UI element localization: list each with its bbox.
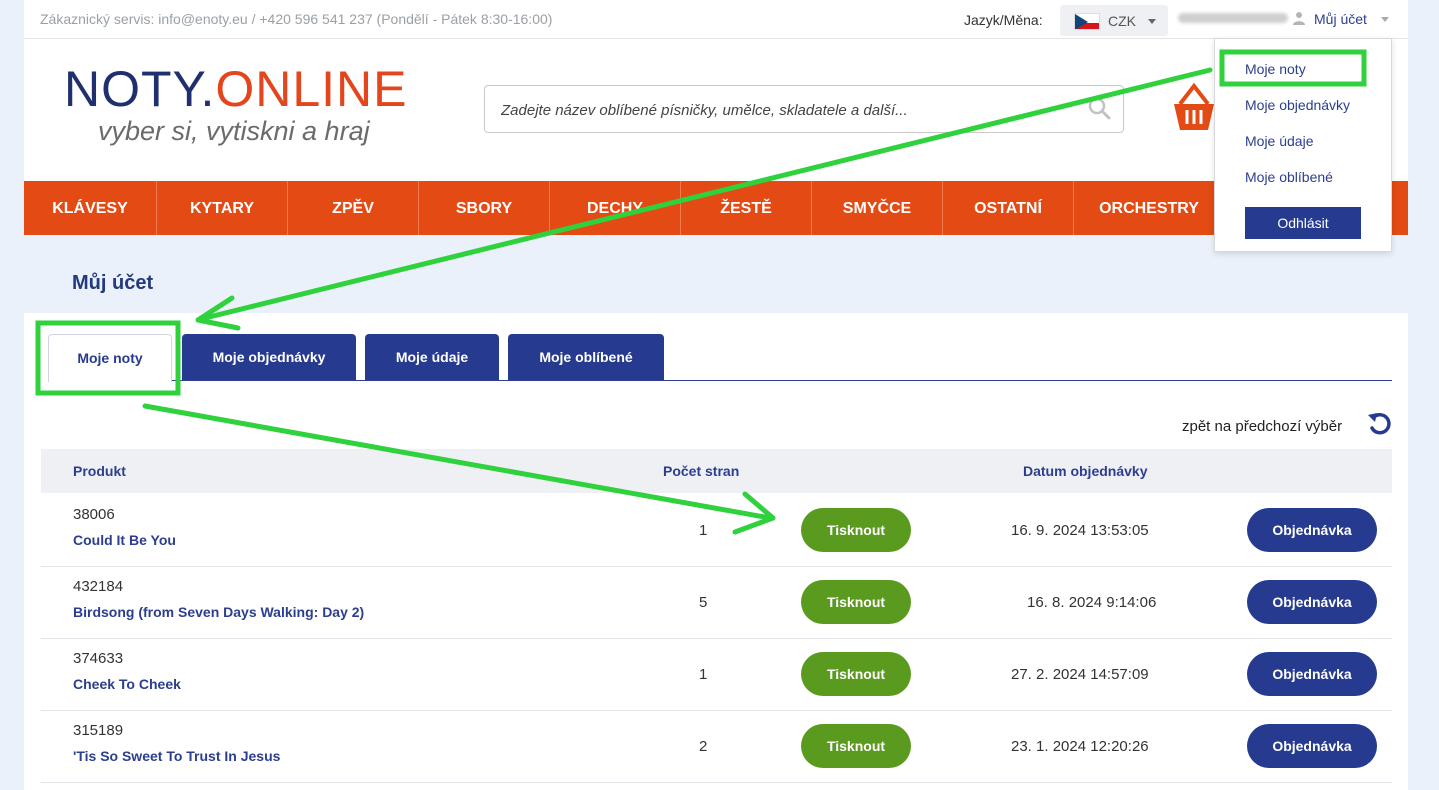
dropdown-item-moje-oblibene[interactable]: Moje oblíbené (1245, 169, 1333, 185)
tab-moje-noty[interactable]: Moje noty (48, 334, 172, 382)
order-button[interactable]: Objednávka (1247, 508, 1377, 552)
undo-arrow-icon[interactable] (1366, 410, 1394, 438)
tab-moje-udaje[interactable]: Moje údaje (365, 334, 499, 380)
order-date: 16. 9. 2024 13:53:05 (1011, 522, 1149, 539)
order-date: 27. 2. 2024 14:57:09 (1011, 666, 1149, 683)
print-button[interactable]: Tisknout (801, 508, 911, 552)
table-row: 38006 Could It Be You 1 Tisknout 16. 9. … (41, 494, 1392, 567)
product-name-link[interactable]: 'Tis So Sweet To Trust In Jesus (73, 748, 280, 764)
logo[interactable]: NOTY.ONLINE vyber si, vytiskni a hraj (64, 61, 408, 146)
logo-accent-text: ONLINE (215, 61, 408, 117)
order-date: 23. 1. 2024 12:20:26 (1011, 738, 1149, 755)
order-button[interactable]: Objednávka (1247, 580, 1377, 624)
column-header-pages: Počet stran (663, 463, 740, 479)
product-name-link[interactable]: Birdsong (from Seven Days Walking: Day 2… (73, 604, 364, 620)
page-count: 1 (699, 666, 708, 683)
product-id: 374633 (73, 650, 124, 667)
table-row: 432184 Birdsong (from Seven Days Walking… (41, 566, 1392, 639)
blurred-username (1178, 13, 1288, 23)
nav-item-sbory[interactable]: SBORY (419, 181, 550, 235)
column-header-date: Datum objednávky (1023, 463, 1148, 479)
account-dropdown-menu: Moje noty Moje objednávky Moje údaje Moj… (1214, 38, 1392, 252)
dropdown-item-moje-objednavky[interactable]: Moje objednávky (1245, 97, 1350, 113)
nav-item-klavesy[interactable]: KLÁVESY (24, 181, 157, 235)
top-bar: Zákaznický servis: info@enoty.eu / +420 … (24, 0, 1408, 39)
customer-service-info: Zákaznický servis: info@enoty.eu / +420 … (40, 11, 553, 27)
logo-tagline: vyber si, vytiskni a hraj (98, 116, 370, 146)
print-button[interactable]: Tisknout (801, 652, 911, 696)
nav-item-ostatni[interactable]: OSTATNÍ (943, 181, 1074, 235)
back-to-previous-link[interactable]: zpět na předchozí výběr (1182, 418, 1342, 435)
logout-button[interactable]: Odhlásit (1245, 207, 1361, 239)
search-input[interactable] (499, 86, 1063, 134)
table-row: 374633 Cheek To Cheek 1 Tisknout 27. 2. … (41, 638, 1392, 711)
page-count: 5 (699, 594, 708, 611)
chevron-down-icon (1148, 19, 1156, 24)
tab-moje-oblibene[interactable]: Moje oblíbené (508, 334, 664, 380)
table-header: Produkt Počet stran Datum objednávky (41, 449, 1392, 493)
dropdown-item-moje-noty[interactable]: Moje noty (1245, 61, 1306, 77)
order-button[interactable]: Objednávka (1247, 724, 1377, 768)
product-name-link[interactable]: Cheek To Cheek (73, 676, 181, 692)
language-currency-select[interactable]: CZK (1060, 5, 1168, 36)
nav-item-dechy[interactable]: DECHY (550, 181, 681, 235)
nav-item-smycce[interactable]: SMYČCE (812, 181, 943, 235)
product-id: 315189 (73, 722, 124, 739)
print-button[interactable]: Tisknout (801, 580, 911, 624)
order-button[interactable]: Objednávka (1247, 652, 1377, 696)
page-title: Můj účet (72, 272, 154, 294)
dropdown-item-moje-udaje[interactable]: Moje údaje (1245, 133, 1314, 149)
my-account-link[interactable]: Můj účet (1314, 11, 1367, 27)
search-icon[interactable] (1087, 96, 1111, 120)
tab-moje-objednavky[interactable]: Moje objednávky (182, 334, 356, 380)
currency-code: CZK (1108, 13, 1136, 29)
print-button[interactable]: Tisknout (801, 724, 911, 768)
main-navigation: KLÁVESY KYTARY ZPĚV SBORY DECHY ŽESTĚ SM… (24, 181, 1408, 235)
order-date: 16. 8. 2024 9:14:06 (1027, 594, 1157, 611)
product-id: 38006 (73, 506, 115, 523)
nav-item-zpev[interactable]: ZPĚV (288, 181, 419, 235)
user-icon (1293, 12, 1305, 25)
product-id: 432184 (73, 578, 124, 595)
nav-item-orchestry[interactable]: ORCHESTRY (1074, 181, 1224, 235)
search-box (484, 85, 1124, 134)
logo-main-text: NOTY. (64, 61, 216, 117)
nav-item-zeste[interactable]: ŽESTĚ (681, 181, 812, 235)
czech-flag-icon (1074, 13, 1100, 30)
product-name-link[interactable]: Could It Be You (73, 532, 176, 548)
account-title-strip (24, 235, 1408, 313)
account-chevron-down-icon (1381, 17, 1389, 22)
page-count: 1 (699, 522, 708, 539)
page: Zákaznický servis: info@enoty.eu / +420 … (24, 0, 1408, 790)
column-header-product: Produkt (73, 463, 126, 479)
cart-icon[interactable] (1172, 80, 1216, 134)
table-row: 315189 'Tis So Sweet To Trust In Jesus 2… (41, 710, 1392, 783)
page-count: 2 (699, 738, 708, 755)
nav-item-kytary[interactable]: KYTARY (157, 181, 288, 235)
tabs-underline (48, 380, 1392, 381)
language-currency-label: Jazyk/Měna: (964, 12, 1043, 28)
